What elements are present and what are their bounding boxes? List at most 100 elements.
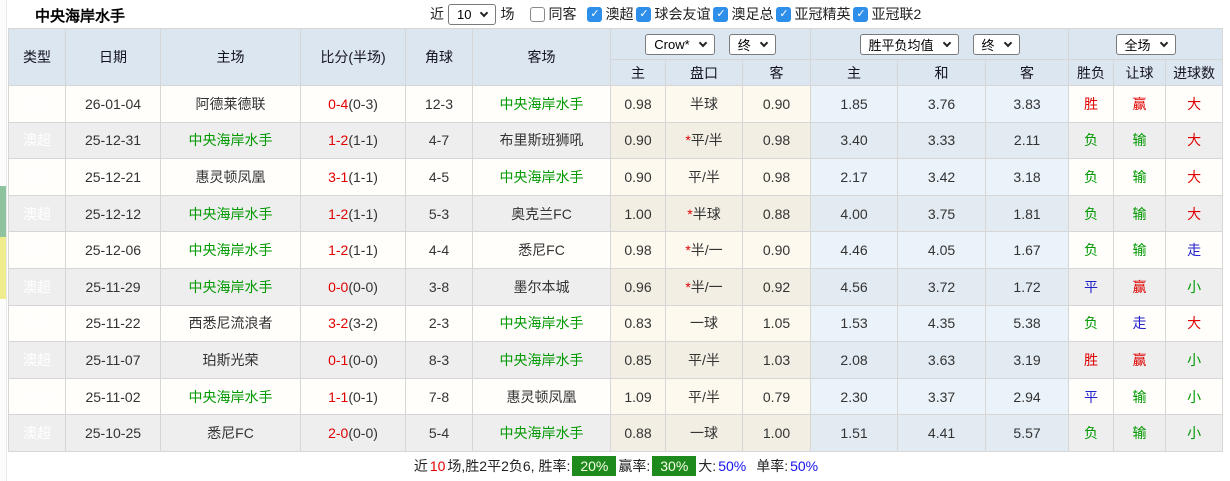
checkbox-icon[interactable]: ✓	[713, 6, 729, 22]
recent-count-select[interactable]: 10	[448, 3, 497, 25]
handicap-change-star: *	[685, 242, 691, 259]
avg-win: 4.56	[810, 267, 899, 306]
match-result: 负	[1068, 414, 1115, 452]
match-row: 澳超 25-12-06 中央海岸水手 1-2(1-1) 4-4 悉尼FC 0.98 *半/一 0…	[8, 231, 1224, 269]
avg-draw: 3.33	[897, 121, 987, 160]
avg-draw: 3.72	[897, 267, 987, 306]
checkbox-icon[interactable]: ✓	[776, 6, 792, 22]
goals-result: 大	[1165, 85, 1224, 123]
games-label: 场	[500, 6, 515, 22]
col-header-away: 客场	[472, 28, 611, 86]
europe-odds-value: 胜平负均值	[868, 37, 934, 53]
match-result: 负	[1068, 158, 1115, 196]
match-result: 平	[1068, 267, 1115, 306]
league-badge: 澳超	[8, 267, 66, 306]
half-time-score: (1-1)	[348, 242, 378, 259]
match-date: 25-10-25	[65, 414, 161, 452]
away-team: 墨尔本城	[472, 267, 611, 306]
avg-draw: 3.63	[897, 341, 987, 379]
checkbox-icon[interactable]	[530, 6, 546, 22]
handicap-result: 输	[1113, 414, 1167, 452]
goals-result: 大	[1165, 121, 1224, 160]
goals-result: 小	[1165, 377, 1224, 416]
league-filter-澳足总[interactable]: ✓ 澳足总	[713, 4, 773, 24]
handicap: *半/一	[665, 267, 743, 306]
handicap-result: 输	[1113, 158, 1167, 196]
full-time-score: 0-4	[328, 95, 349, 112]
checkbox-icon[interactable]: ✓	[587, 6, 603, 22]
scope-select[interactable]: 全场	[1115, 33, 1176, 55]
single-label: 单率:	[756, 457, 789, 474]
europe-odds-select[interactable]: 胜平负均值	[859, 33, 959, 55]
match-result: 负	[1068, 121, 1115, 160]
asian-odds-away: 0.92	[741, 267, 812, 306]
match-result: 平	[1068, 377, 1115, 416]
league-filter-澳超[interactable]: ✓ 澳超	[587, 4, 633, 24]
corner-score: 7-8	[405, 377, 473, 416]
league-badge: 澳超	[8, 85, 66, 123]
handicap-result: 输	[1113, 377, 1167, 416]
europe-stage-select[interactable]: 终	[972, 33, 1020, 55]
handicap-change-star: *	[685, 278, 691, 295]
league-badge: 澳超	[8, 121, 66, 160]
strip-yellow-segment	[0, 237, 6, 299]
checkbox-icon[interactable]: ✓	[636, 6, 652, 22]
half-time-score: (1-1)	[348, 132, 378, 149]
avg-win: 1.85	[810, 85, 899, 123]
avg-lose: 3.19	[985, 341, 1070, 379]
col-header-home: 主场	[160, 28, 301, 86]
asian-stage-select[interactable]: 终	[728, 33, 776, 55]
col-header-corners: 角球	[405, 28, 473, 86]
score: 3-1(1-1)	[300, 158, 406, 196]
full-time-score: 0-1	[328, 351, 349, 368]
chevron-down-icon	[698, 38, 707, 47]
league-filter-label: 亚冠精英	[794, 6, 851, 23]
home-team: 悉尼FC	[160, 414, 301, 452]
asian-odds-home: 0.85	[610, 341, 666, 379]
asian-odds-home: 0.90	[610, 121, 666, 160]
avg-lose: 1.67	[985, 231, 1070, 269]
corner-score: 4-7	[405, 121, 473, 160]
team-matches-panel: 中央海岸水手 近 10 场 同客 ✓ 澳超 ✓ 球会友谊 ✓ 澳足总 ✓ 亚冠精英 ✓ 亚冠联2 …	[8, 0, 1224, 480]
handicap-result: 走	[1113, 304, 1167, 343]
bookmaker-select[interactable]: Crow*	[645, 33, 715, 55]
handicap-change-star: *	[685, 132, 691, 149]
away-team: 中央海岸水手	[472, 414, 611, 452]
match-date: 25-11-22	[65, 304, 161, 343]
league-filter-球会友谊[interactable]: ✓ 球会友谊	[636, 4, 710, 24]
match-result: 胜	[1068, 85, 1115, 123]
league-badge: 澳超	[8, 377, 66, 416]
match-row: 澳超 25-12-31 中央海岸水手 1-2(1-1) 4-7 布里斯班狮吼 0.90 *平/…	[8, 121, 1224, 160]
score: 0-1(0-0)	[300, 341, 406, 379]
match-date: 25-12-06	[65, 231, 161, 269]
corner-score: 8-3	[405, 341, 473, 379]
top-bar: 中央海岸水手 近 10 场 同客 ✓ 澳超 ✓ 球会友谊 ✓ 澳足总 ✓ 亚冠精英 ✓ 亚冠联2	[8, 0, 1224, 28]
asian-odds-away: 0.79	[741, 377, 812, 416]
goals-result: 大	[1165, 194, 1224, 233]
chevron-down-icon	[1159, 38, 1168, 47]
home-team: 中央海岸水手	[160, 377, 301, 416]
same-away-checkbox[interactable]: 同客	[530, 4, 576, 24]
away-team: 中央海岸水手	[472, 158, 611, 196]
checkbox-icon[interactable]: ✓	[853, 6, 869, 22]
match-row: 澳超 25-11-07 珀斯光荣 0-1(0-0) 8-3 中央海岸水手 0.85 平/半 1.…	[8, 341, 1224, 379]
subheader-asian-away: 客	[741, 59, 812, 86]
handicap: *半球	[665, 194, 743, 233]
match-date: 25-12-31	[65, 121, 161, 160]
league-filter-label: 澳足总	[731, 6, 774, 23]
avg-win: 4.46	[810, 231, 899, 269]
handicap: 一球	[665, 414, 743, 452]
half-time-score: (1-1)	[348, 168, 378, 185]
europe-stage-value: 终	[981, 37, 995, 53]
win-odds-badge: 30%	[652, 455, 697, 476]
chevron-down-icon	[480, 8, 489, 17]
match-date: 25-11-07	[65, 341, 161, 379]
home-team: 惠灵顿凤凰	[160, 158, 301, 196]
league-filter-亚冠精英[interactable]: ✓ 亚冠精英	[776, 4, 850, 24]
avg-win: 1.53	[810, 304, 899, 343]
corner-score: 12-3	[405, 85, 473, 123]
league-filter-亚冠联2[interactable]: ✓ 亚冠联2	[853, 4, 921, 24]
strip-green-segment	[0, 186, 6, 237]
league-filter-label: 亚冠联2	[871, 6, 922, 23]
scope-toolbar: 全场	[1068, 28, 1224, 60]
